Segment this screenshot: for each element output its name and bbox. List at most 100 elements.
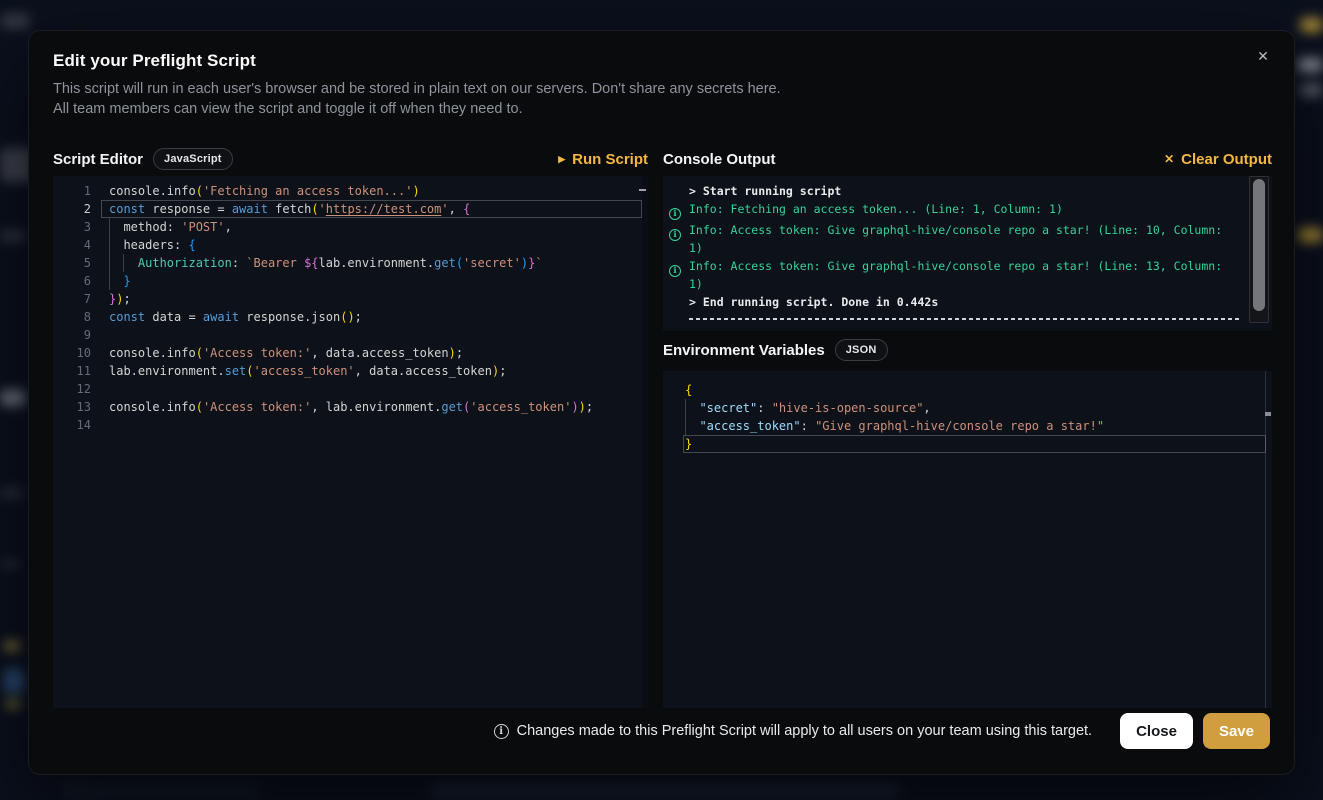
- code-text: console.info('Access token:', lab.enviro…: [101, 398, 642, 416]
- clear-output-button[interactable]: ✕ Clear Output: [1164, 151, 1272, 168]
- code-text: Authorization: `Bearer ${lab.environment…: [101, 254, 642, 272]
- code-line: 7});: [53, 290, 642, 308]
- info-circle-icon: i: [669, 229, 681, 241]
- console-entry: i Info: Access token: Give graphql-hive/c…: [669, 221, 1240, 257]
- backdrop-blur: [1300, 84, 1323, 96]
- backdrop-blur: [0, 488, 24, 498]
- code-text: lab.environment.set('access_token', data…: [101, 362, 642, 380]
- line-number: 13: [53, 398, 101, 416]
- environment-editor[interactable]: { "secret": "hive-is-open-source", "acce…: [663, 371, 1272, 708]
- line-number: 1: [53, 182, 101, 200]
- line-number: 8: [53, 308, 101, 326]
- page-title: Edit your Preflight Script: [53, 51, 256, 71]
- console-entry-text: Info: Access token: Give graphql-hive/co…: [689, 221, 1240, 257]
- backdrop-blur: [4, 668, 24, 694]
- console-entry-text: > End running script. Done in 0.442s: [689, 293, 1240, 311]
- modal-description-line2: All team members can view the script and…: [53, 101, 523, 117]
- environment-variables-heading: Environment Variables: [663, 342, 825, 359]
- icon-cell: i: [669, 221, 689, 257]
- console-entry: > End running script. Done in 0.442s: [669, 293, 1240, 311]
- console-scrollbar-thumb[interactable]: [1253, 179, 1265, 311]
- console-separator: [689, 318, 1240, 320]
- preflight-script-modal: ✕ Edit your Preflight Script This script…: [28, 30, 1295, 775]
- console-entry: iInfo: Access token: Give graphql-hive/c…: [669, 257, 1240, 293]
- backdrop-blur: [6, 700, 20, 708]
- backdrop-blur: [1298, 228, 1323, 242]
- backdrop-blur: [4, 642, 20, 650]
- env-json-line: }: [683, 435, 1266, 453]
- modal-description-line1: This script will run in each user's brow…: [53, 81, 781, 97]
- code-text: console.info('Access token:', data.acces…: [101, 344, 642, 362]
- console-entry-text: > Start running script: [689, 182, 1240, 200]
- console-output-header: Console Output ✕ Clear Output: [663, 144, 1272, 174]
- script-editor-header: Script Editor JavaScript ▶ Run Script: [53, 144, 648, 174]
- env-json-line: "secret": "hive-is-open-source",: [683, 399, 1266, 417]
- line-number: 4: [53, 236, 101, 254]
- code-line: 11lab.environment.set('access_token', da…: [53, 362, 642, 380]
- icon-cell: i: [669, 200, 689, 221]
- info-circle-icon: i: [669, 208, 681, 220]
- backdrop-blur: [1298, 58, 1323, 72]
- code-line: 2const response = await fetch('https://t…: [53, 200, 642, 218]
- script-editor[interactable]: 1console.info('Fetching an access token.…: [53, 176, 648, 708]
- line-number: 3: [53, 218, 101, 236]
- line-number: 11: [53, 362, 101, 380]
- indent-guide: [109, 218, 110, 290]
- backdrop-blur: [0, 14, 30, 28]
- editor-scrollbar[interactable]: [642, 176, 648, 708]
- line-number: 7: [53, 290, 101, 308]
- backdrop-blur: [60, 780, 260, 800]
- backdrop-blur: [430, 782, 900, 800]
- env-scrollbar[interactable]: [1265, 371, 1266, 708]
- line-number: 6: [53, 272, 101, 290]
- env-json-line: {: [683, 381, 1266, 399]
- backdrop-blur: [1300, 18, 1323, 32]
- code-text: method: 'POST',: [101, 218, 642, 236]
- code-text: });: [101, 290, 642, 308]
- code-text: [101, 380, 642, 398]
- code-text: const data = await response.json();: [101, 308, 642, 326]
- line-number: 2: [53, 200, 101, 218]
- code-line: 8const data = await response.json();: [53, 308, 642, 326]
- script-editor-heading: Script Editor: [53, 151, 143, 168]
- run-script-button[interactable]: ▶ Run Script: [558, 151, 648, 168]
- save-button[interactable]: Save: [1203, 713, 1270, 749]
- console-entry: > Start running script: [669, 182, 1240, 200]
- code-line: 14: [53, 416, 642, 434]
- code-text: console.info('Fetching an access token..…: [101, 182, 642, 200]
- cursor-overview-mark: [639, 189, 646, 191]
- code-line: 10console.info('Access token:', data.acc…: [53, 344, 642, 362]
- clear-icon: ✕: [1164, 153, 1174, 165]
- close-icon[interactable]: ✕: [1252, 45, 1274, 67]
- indent-guide: [123, 254, 124, 272]
- env-json-line: "access_token": "Give graphql-hive/conso…: [683, 417, 1266, 435]
- code-line: 6 }: [53, 272, 642, 290]
- backdrop-blur: [0, 560, 20, 568]
- console-scrollbar[interactable]: [1249, 176, 1269, 323]
- code-line: 13console.info('Access token:', lab.envi…: [53, 398, 642, 416]
- env-overview-mark: [1265, 412, 1271, 416]
- footer-note: Changes made to this Preflight Script wi…: [517, 723, 1092, 739]
- code-line: 4 headers: {: [53, 236, 642, 254]
- code-line: 12: [53, 380, 642, 398]
- page-background: ✕ Edit your Preflight Script This script…: [0, 0, 1323, 800]
- javascript-badge: JavaScript: [153, 148, 233, 170]
- console-output-heading: Console Output: [663, 151, 776, 168]
- line-number: 14: [53, 416, 101, 434]
- line-number: 5: [53, 254, 101, 272]
- console-output-panel: > Start running scriptiInfo: Fetching an…: [663, 176, 1272, 331]
- code-text: }: [101, 272, 642, 290]
- info-icon: i: [494, 724, 509, 739]
- code-line: 9: [53, 326, 642, 344]
- code-text: headers: {: [101, 236, 642, 254]
- line-number: 10: [53, 344, 101, 362]
- play-icon: ▶: [558, 155, 565, 164]
- code-line: 3 method: 'POST',: [53, 218, 642, 236]
- console-entry: iInfo: Fetching an access token... (Line…: [669, 200, 1240, 221]
- icon-cell: i: [669, 257, 689, 293]
- info-circle-icon: i: [669, 265, 681, 277]
- line-number: 12: [53, 380, 101, 398]
- code-line: 1console.info('Fetching an access token.…: [53, 182, 642, 200]
- backdrop-blur: [0, 230, 26, 242]
- close-button[interactable]: Close: [1120, 713, 1193, 749]
